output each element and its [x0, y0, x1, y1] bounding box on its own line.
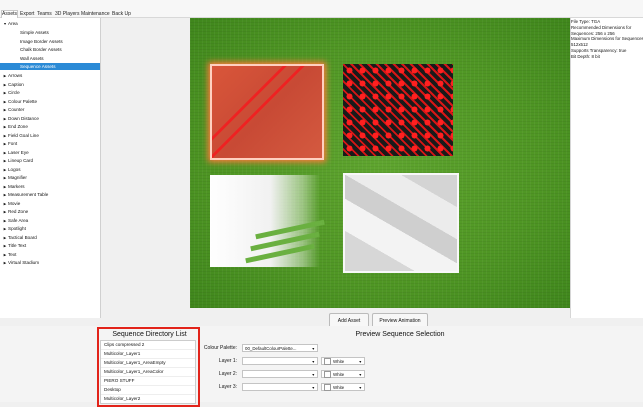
tree-item-arrows[interactable]: ▶ Arrows: [0, 72, 100, 79]
list-item[interactable]: Multicolor_Layer2: [101, 395, 195, 403]
layer-1-label: Layer 1:: [218, 358, 237, 364]
tree-item-safe-area[interactable]: ▶ Safe Area: [0, 217, 100, 224]
chevron-down-icon: ▼: [311, 360, 315, 364]
color-swatch: [324, 384, 331, 392]
tree-item-area[interactable]: ▼Area: [0, 20, 100, 27]
colour-palette-dropdown[interactable]: 00_DefaultColourPalette... ▼: [242, 344, 318, 352]
menu-maintenance[interactable]: Maintenance: [81, 11, 110, 18]
menu-back-up[interactable]: Back Up: [112, 11, 131, 18]
chevron-down-icon: ▼: [358, 386, 362, 390]
file-info-text: File Type: TGA Recommended Dimensions fo…: [571, 19, 643, 59]
tree-item-counter[interactable]: ▶ Counter: [0, 106, 100, 113]
tree-item-down-distance[interactable]: ▶ Down Distance: [0, 115, 100, 122]
layer-3-dropdown[interactable]: ▼: [242, 383, 318, 391]
layer-2-color-dropdown[interactable]: White ▼: [321, 370, 365, 379]
tree-item-colour-palette[interactable]: ▶ Colour Palette: [0, 98, 100, 105]
tree-item-magnifier[interactable]: ▶ Magnifier: [0, 174, 100, 181]
tree-item-font[interactable]: ▶ Font: [0, 140, 100, 147]
asset-tree: ▼Area Simple Assets Image Border Assets …: [0, 18, 101, 318]
tree-item-chalk-border-assets[interactable]: Chalk Border Assets: [0, 46, 100, 53]
tree-item-wall-assets[interactable]: Wall Assets: [0, 55, 100, 62]
tree-item-field-goal-line[interactable]: ▶ Field Goal Line: [0, 132, 100, 139]
list-item[interactable]: Multicolor_Layer1_AreaColor: [101, 368, 195, 377]
chevron-down-icon: ▼: [358, 360, 362, 364]
chevron-down-icon: ▼: [311, 386, 315, 390]
tree-item-image-border-assets[interactable]: Image Border Assets: [0, 38, 100, 45]
list-item[interactable]: Clips compressed 2: [101, 341, 195, 350]
layer-2-label: Layer 2:: [218, 371, 237, 377]
list-item[interactable]: PIERO STUFF: [101, 377, 195, 386]
tree-item-tactical-board[interactable]: ▶ Tactical Board: [0, 234, 100, 241]
tree-item-caption[interactable]: ▶ Caption: [0, 81, 100, 88]
sequence-thumbnail[interactable]: [343, 64, 453, 156]
file-info-panel: [570, 18, 643, 318]
chevron-down-icon: ▼: [311, 373, 315, 377]
menu-export[interactable]: Export: [20, 11, 34, 18]
tree-item-title-text[interactable]: ▶ Title Text: [0, 242, 100, 249]
list-item[interactable]: Desktop: [101, 386, 195, 395]
tree-item-spotlight[interactable]: ▶ Spotlight: [0, 225, 100, 232]
tree-item-end-zone[interactable]: ▶ End Zone: [0, 123, 100, 130]
list-item[interactable]: Multicolor_Layer1: [101, 350, 195, 359]
sequence-thumbnail[interactable]: [343, 173, 459, 273]
tree-item-logos[interactable]: ▶ Logos: [0, 166, 100, 173]
tree-item-simple-assets[interactable]: Simple Assets: [0, 29, 100, 36]
layer-3-color-dropdown[interactable]: White ▼: [321, 383, 365, 392]
layer-2-dropdown[interactable]: ▼: [242, 370, 318, 378]
menu-bar: Assets Export Teams 3D Players Maintenan…: [0, 0, 643, 19]
tree-item-laser-eye[interactable]: ▶ Laser Eye: [0, 149, 100, 156]
sequence-preview-canvas: [190, 18, 570, 308]
sequence-thumbnail[interactable]: [210, 175, 325, 267]
sequence-directory-list[interactable]: Clips compressed 2 Multicolor_Layer1 Mul…: [100, 340, 196, 404]
chevron-down-icon: ▼: [311, 347, 315, 351]
color-swatch: [324, 358, 331, 366]
tree-item-circle[interactable]: ▶ Circle: [0, 89, 100, 96]
tree-item-markers[interactable]: ▶ Markers: [0, 183, 100, 190]
sequence-thumbnail-selected[interactable]: [210, 64, 324, 160]
chevron-down-icon: ▼: [358, 373, 362, 377]
menu-teams[interactable]: Teams: [37, 11, 52, 18]
tree-item-virtual-stadium[interactable]: ▶ Virtual Stadium: [0, 259, 100, 266]
sequence-directory-title: Sequence Directory List: [112, 331, 187, 338]
tree-item-sequence-assets[interactable]: Sequence Assets: [0, 63, 100, 70]
tree-item-movie[interactable]: ▶ Movie: [0, 200, 100, 207]
layer-1-color-dropdown[interactable]: White ▼: [321, 357, 365, 366]
tree-item-red-zone[interactable]: ▶ Red Zone: [0, 208, 100, 215]
preview-sequence-selection-title: Preview Sequence Selection: [355, 331, 445, 338]
layer-3-label: Layer 3:: [218, 384, 237, 390]
list-item[interactable]: Multicolor_Layer1_AreaEmpty: [101, 359, 195, 368]
menu-3d-players[interactable]: 3D Players: [55, 11, 79, 18]
tree-item-lineup-card[interactable]: ▶ Lineup Card: [0, 157, 100, 164]
color-swatch: [324, 371, 331, 379]
layer-1-dropdown[interactable]: ▼: [242, 357, 318, 365]
tree-item-measurement-table[interactable]: ▶ Measurement Table: [0, 191, 100, 198]
colour-palette-label: Colour Palette:: [203, 345, 237, 351]
tree-item-text[interactable]: ▶ Text: [0, 251, 100, 258]
